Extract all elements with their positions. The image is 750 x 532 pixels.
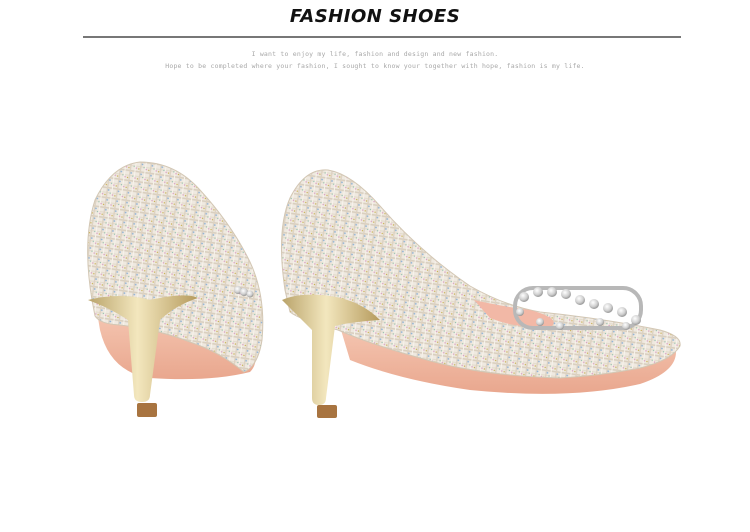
left-shoe [87, 161, 264, 417]
tagline-line-2: Hope to be completed where your fashion,… [165, 62, 585, 70]
page-title: FASHION SHOES [289, 6, 461, 27]
tagline-line-1: I want to enjoy my life, fashion and des… [251, 50, 499, 58]
right-heel-tip [317, 405, 337, 418]
product-photo [87, 161, 681, 418]
right-shoe [280, 169, 681, 418]
header: FASHION SHOES I want to enjoy my life, f… [0, 0, 750, 80]
left-heel-tip [137, 403, 157, 417]
title-divider [83, 36, 681, 38]
